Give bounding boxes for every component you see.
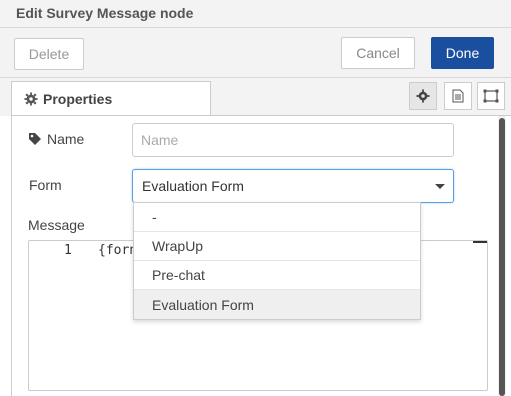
tab-properties-label: Properties: [43, 91, 113, 107]
form-label: Form: [29, 177, 62, 193]
gear-icon: [416, 89, 430, 103]
tab-properties[interactable]: Properties: [11, 81, 211, 116]
cancel-button[interactable]: Cancel: [341, 37, 415, 69]
dialog-title: Edit Survey Message node: [16, 5, 194, 21]
form-select-value: Evaluation Form: [142, 178, 244, 194]
tab-appearance[interactable]: [477, 82, 505, 110]
dropdown-option-evaluation-form[interactable]: Evaluation Form: [134, 290, 420, 319]
dialog-toolbar: Delete Cancel Done: [0, 28, 511, 78]
name-input[interactable]: [132, 123, 454, 157]
delete-button[interactable]: Delete: [14, 38, 84, 70]
tab-settings[interactable]: [409, 82, 437, 110]
form-dropdown-menu: - WrapUp Pre-chat Evaluation Form: [133, 202, 421, 320]
code-line[interactable]: {forn: [98, 243, 137, 258]
name-label-text: Name: [47, 131, 85, 147]
caret-down-icon: [435, 184, 445, 189]
dropdown-option-none[interactable]: -: [134, 203, 420, 232]
name-label: Name: [28, 131, 84, 147]
document-icon: [452, 89, 464, 103]
done-button[interactable]: Done: [431, 37, 494, 69]
form-select[interactable]: Evaluation Form: [132, 169, 454, 203]
dialog-titlebar: Edit Survey Message node: [0, 0, 511, 28]
gear-icon: [24, 92, 38, 106]
dropdown-option-prechat[interactable]: Pre-chat: [134, 261, 420, 290]
line-number: 1: [64, 243, 72, 258]
editor-scroll-indicator: [473, 241, 487, 243]
message-label: Message: [28, 217, 85, 233]
tag-icon: [29, 133, 41, 145]
panel-scrollbar[interactable]: [498, 116, 506, 396]
scrollbar-thumb[interactable]: [499, 118, 505, 396]
tab-description[interactable]: [444, 82, 472, 110]
frame-icon: [483, 89, 499, 103]
dropdown-option-wrapup[interactable]: WrapUp: [134, 232, 420, 261]
tabs-row: Properties: [0, 78, 511, 116]
